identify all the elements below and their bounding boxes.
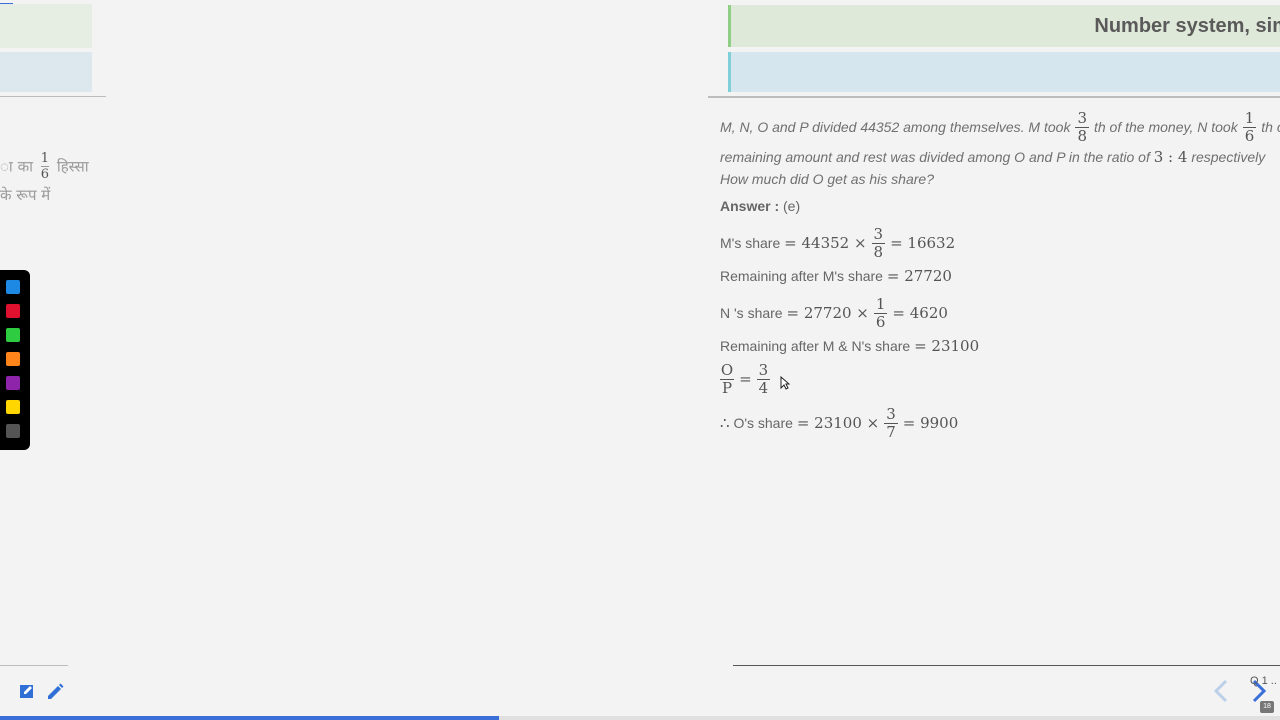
question-text: M, N, O and P divided 44352 among themse… (720, 108, 1280, 190)
remaining2-line: Remaining after M & N's share = 23100 (720, 334, 1280, 358)
step-label: Remaining after M's share (720, 268, 883, 284)
ratio-line: OP = 34 (720, 358, 1280, 400)
fraction: 16 (1242, 108, 1257, 145)
step-result: = 9900 (902, 414, 959, 432)
answer-value: (e) (783, 198, 801, 214)
therefore-symbol: ∴ (720, 414, 730, 432)
color-swatch-orange[interactable] (6, 352, 20, 366)
question-part: th o (1261, 119, 1280, 135)
frac-den: 8 (1075, 126, 1089, 145)
frac-den: 7 (884, 422, 898, 441)
frac-num: 1 (875, 294, 886, 313)
topic-title: Number system, simplif (1094, 14, 1280, 37)
question-part: How much did O get as his share? (720, 171, 934, 187)
hindi-text: ा का (0, 157, 33, 176)
page-badge: 18 (1260, 701, 1274, 713)
o-share-line: ∴ O's share = 23100 × 37 = 9900 (720, 402, 1280, 444)
fraction: 38 (871, 224, 886, 261)
left-blue-panel (0, 52, 92, 92)
fraction: 37 (884, 404, 898, 441)
step-expression: = 44352 × (784, 234, 867, 252)
equals-sign: = (739, 370, 752, 388)
step-result: = 27720 (886, 267, 952, 285)
content-divider (708, 96, 1280, 98)
ratio-value: 3 : 4 (1153, 148, 1188, 166)
fraction: OP (720, 360, 735, 397)
step-label: N 's share (720, 305, 783, 321)
color-swatch-yellow[interactable] (6, 400, 20, 414)
fraction: 38 (1075, 108, 1089, 145)
frac-den: 6 (1242, 126, 1257, 145)
color-palette (0, 270, 30, 450)
hindi-fraction: 1 6 (40, 151, 50, 182)
answer-label: Answer : (720, 198, 780, 214)
topic-subheader (728, 52, 1280, 92)
frac-num: 3 (886, 404, 896, 423)
step-result: = 16632 (890, 234, 956, 252)
progress-bar (0, 716, 500, 720)
mouse-cursor-icon (780, 376, 790, 390)
step-expression: = 27720 × (786, 304, 869, 322)
step-label: O's share (733, 415, 793, 431)
hindi-frac-den: 6 (40, 166, 50, 182)
fraction: 16 (873, 294, 888, 331)
frac-num: 3 (1077, 108, 1087, 127)
step-label: M's share (720, 235, 781, 251)
frac-num: 3 (873, 224, 884, 243)
hindi-frac-num: 1 (40, 151, 50, 166)
question-content: M, N, O and P divided 44352 among themse… (720, 108, 1280, 444)
frac-den: P (720, 378, 735, 397)
question-part: th of the money, N took (1093, 119, 1238, 135)
color-swatch-blue[interactable] (6, 280, 20, 294)
hindi-text: हिस्सा (56, 157, 89, 176)
topic-header: Number system, simplif (728, 5, 1280, 47)
hindi-text: के रूप में (0, 186, 51, 204)
frac-num: 3 (758, 360, 769, 379)
left-green-panel (0, 4, 92, 48)
hindi-question-fragment: ा का 1 6 हिस्सा के रूप में (0, 152, 89, 208)
question-part: M, N, O and P divided 44352 among themse… (720, 119, 1071, 135)
color-swatch-gray[interactable] (6, 424, 20, 438)
question-part: respectively (1191, 149, 1266, 165)
step-expression: = 23100 × (796, 414, 880, 432)
frac-den: 6 (873, 312, 888, 331)
step-result: = 23100 (914, 337, 980, 355)
remaining1-line: Remaining after M's share = 27720 (720, 264, 1280, 288)
fraction: 34 (756, 360, 771, 397)
frac-den: 4 (756, 378, 771, 397)
pencil-icon[interactable] (45, 682, 65, 702)
color-swatch-purple[interactable] (6, 376, 20, 390)
color-swatch-green[interactable] (6, 328, 20, 342)
color-swatch-red[interactable] (6, 304, 20, 318)
edit-icon[interactable] (18, 682, 36, 700)
page-indicator: Q 1 .. (1250, 675, 1277, 687)
left-divider (0, 96, 106, 97)
step-result: = 4620 (892, 304, 948, 322)
frac-den: 8 (871, 242, 886, 261)
frac-num: O (720, 360, 734, 379)
n-share-line: N 's share = 27720 × 16 = 4620 (720, 292, 1280, 334)
m-share-line: M's share = 44352 × 38 = 16632 (720, 222, 1280, 264)
bottom-divider-left (0, 665, 68, 666)
bottom-divider-right (733, 665, 1280, 666)
frac-num: 1 (1244, 108, 1255, 127)
step-label: Remaining after M & N's share (720, 338, 911, 354)
question-part: remaining amount and rest was divided am… (720, 149, 1150, 165)
answer-line: Answer : (e) (720, 194, 1280, 218)
previous-arrow-icon[interactable] (1210, 678, 1232, 704)
